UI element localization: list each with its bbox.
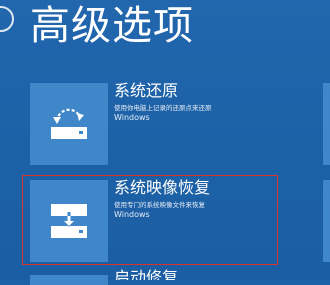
selection-highlight-box (22, 175, 278, 265)
option-title: 系统还原 (114, 81, 179, 100)
partial-tile-right[interactable] (323, 83, 330, 165)
page-title: 高级选项 (30, 3, 194, 49)
option-description: 使用你电脑上记录的还原点来还原 (114, 104, 212, 112)
option-system-restore[interactable]: 系统还原 使用你电脑上记录的还原点来还原 Windows (30, 81, 330, 165)
system-restore-tile-icon (30, 83, 108, 165)
option-startup-repair-title[interactable]: 启动修复 (114, 268, 178, 280)
option-startup-repair-icon-box[interactable] (30, 275, 108, 285)
option-description-line2: Windows (114, 113, 150, 122)
partial-tile-right[interactable] (323, 180, 330, 262)
advanced-options-screen: 高级选项 系统还原 使用你电脑上记录的还原点来还原 Windows 系统映像恢复… (0, 0, 330, 285)
back-arrow-icon[interactable] (0, 6, 14, 32)
system-restore-icon (51, 108, 87, 139)
